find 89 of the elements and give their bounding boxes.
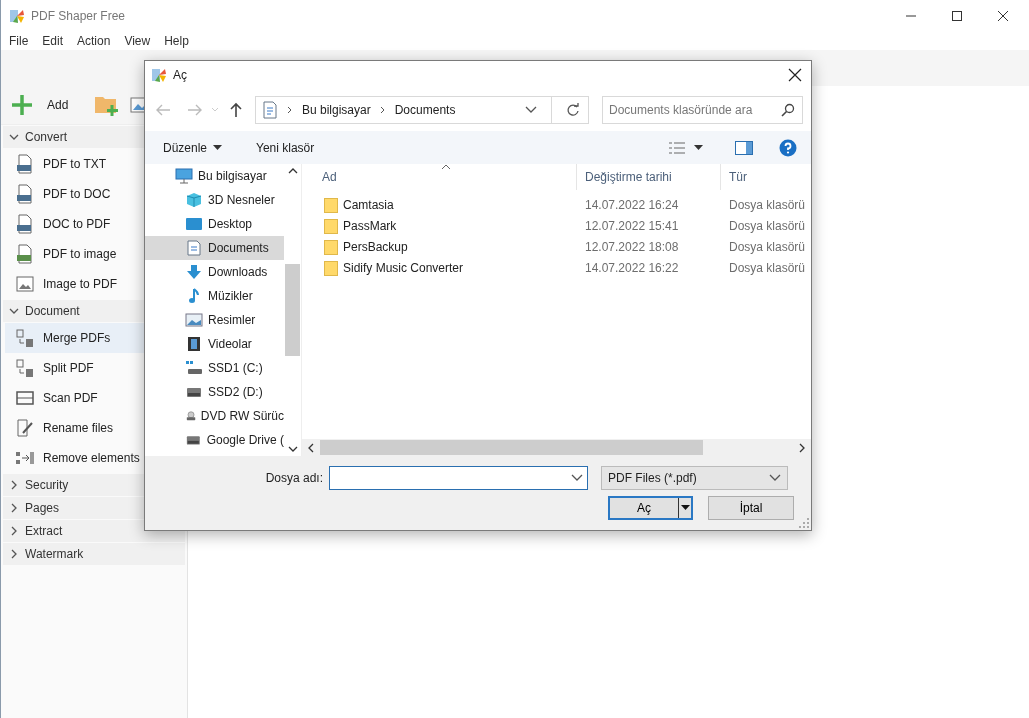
preview-pane-icon[interactable] — [735, 140, 753, 155]
chevron-down-icon[interactable] — [525, 106, 537, 114]
scroll-right-icon[interactable] — [799, 442, 805, 453]
computer-icon — [175, 168, 193, 184]
dialog-title: Aç — [173, 68, 187, 82]
breadcrumb-item[interactable]: Documents — [394, 103, 456, 117]
chevron-icon — [9, 306, 19, 316]
column-header[interactable]: Değiştirme tarihi — [577, 164, 721, 190]
drive-icon — [185, 360, 203, 376]
folder-icon — [324, 217, 338, 234]
scroll-left-icon[interactable] — [308, 442, 314, 453]
chevron-icon — [9, 132, 19, 142]
chevron-icon — [9, 503, 19, 513]
maximize-icon[interactable] — [951, 10, 963, 22]
document-icon — [262, 101, 278, 119]
tree-item[interactable]: Documents — [145, 236, 284, 260]
caret-down-icon — [213, 144, 223, 151]
open-button[interactable]: Aç — [608, 496, 693, 520]
date-cell-text: 12.07.2022 15:41 — [584, 218, 680, 233]
menu-item[interactable]: Action — [77, 34, 111, 48]
chevron-down-icon[interactable] — [571, 473, 583, 482]
scrollbar-thumb[interactable] — [320, 440, 703, 455]
file-name[interactable]: PassMark — [343, 218, 397, 233]
document-icon — [15, 184, 35, 204]
chevron-icon — [9, 549, 19, 559]
menu-item[interactable]: Edit — [42, 34, 64, 48]
document-icon — [15, 244, 35, 264]
file-name[interactable]: Camtasia — [343, 197, 394, 212]
chevron-icon — [9, 480, 19, 490]
document-icon — [185, 240, 203, 256]
file-name-field[interactable] — [329, 465, 588, 490]
scroll-up-icon[interactable] — [287, 168, 298, 174]
help-icon[interactable] — [779, 138, 797, 157]
pen-document-icon — [15, 418, 35, 438]
resize-grip-icon[interactable] — [799, 518, 809, 528]
pages-icon — [15, 358, 35, 378]
section-header[interactable]: Watermark — [3, 543, 185, 565]
chevron-right-icon[interactable] — [378, 106, 387, 114]
document-icon — [15, 214, 35, 234]
type-cell-text: Dosya klasörü — [728, 239, 807, 254]
address-bar[interactable]: Bu bilgisayar Documents — [255, 96, 589, 124]
chevron-down-icon — [769, 473, 781, 482]
download-arrow-icon — [185, 264, 203, 280]
folder-icon — [324, 196, 338, 213]
menu-item[interactable]: File — [9, 34, 29, 48]
file-name[interactable]: PersBackup — [343, 239, 408, 254]
date-cell-text: 14.07.2022 16:22 — [584, 260, 680, 275]
date-cell-text: 14.07.2022 16:24 — [584, 197, 680, 212]
new-folder-button[interactable]: Yeni klasör — [248, 136, 323, 159]
film-icon — [185, 336, 203, 352]
desktop-icon — [185, 216, 203, 232]
breadcrumb-item[interactable]: Bu bilgisayar — [302, 103, 371, 117]
chevron-right-icon[interactable] — [286, 106, 294, 114]
scanner-icon — [15, 388, 35, 408]
close-icon[interactable] — [997, 10, 1009, 22]
image-icon — [15, 274, 35, 294]
chevron-icon — [9, 526, 19, 536]
search-icon[interactable] — [781, 103, 795, 117]
picture-icon — [185, 312, 203, 328]
sort-caret-icon — [441, 164, 451, 170]
file-name[interactable]: Sidify Music Converter — [343, 260, 464, 275]
file-name-label: Dosya adı: — [264, 470, 324, 485]
search-field[interactable]: Documents klasöründe ara — [602, 96, 803, 124]
type-cell-text: Dosya klasörü — [728, 260, 807, 275]
column-header[interactable]: Tür — [721, 164, 811, 190]
plus-icon — [11, 94, 33, 116]
column-header[interactable]: Ad — [302, 164, 577, 190]
refresh-icon[interactable] — [566, 103, 580, 117]
caret-down-icon[interactable] — [694, 144, 703, 151]
scrollbar-thumb[interactable] — [285, 264, 300, 356]
menu-item[interactable]: Help — [164, 34, 189, 48]
date-cell-text: 12.07.2022 18:08 — [584, 239, 680, 254]
caret-down-icon — [680, 505, 690, 511]
butterfly-logo-icon — [151, 67, 167, 83]
butterfly-logo-icon — [9, 8, 25, 24]
cube-icon — [185, 192, 203, 208]
folder-icon — [324, 259, 338, 276]
pages-icon — [15, 328, 35, 348]
menu-item[interactable]: View — [124, 34, 151, 48]
folder-icon — [324, 238, 338, 255]
up-arrow-icon[interactable] — [229, 102, 243, 118]
file-type-dropdown[interactable]: PDF Files (*.pdf) — [601, 465, 788, 490]
type-cell-text: Dosya klasörü — [728, 218, 807, 233]
window-title: PDF Shaper Free — [31, 9, 126, 23]
close-icon[interactable] — [788, 68, 802, 82]
type-cell-text: Dosya klasörü — [728, 197, 807, 212]
scroll-down-icon[interactable] — [287, 446, 298, 452]
cancel-button[interactable]: İptal — [708, 496, 794, 520]
document-icon — [15, 154, 35, 174]
